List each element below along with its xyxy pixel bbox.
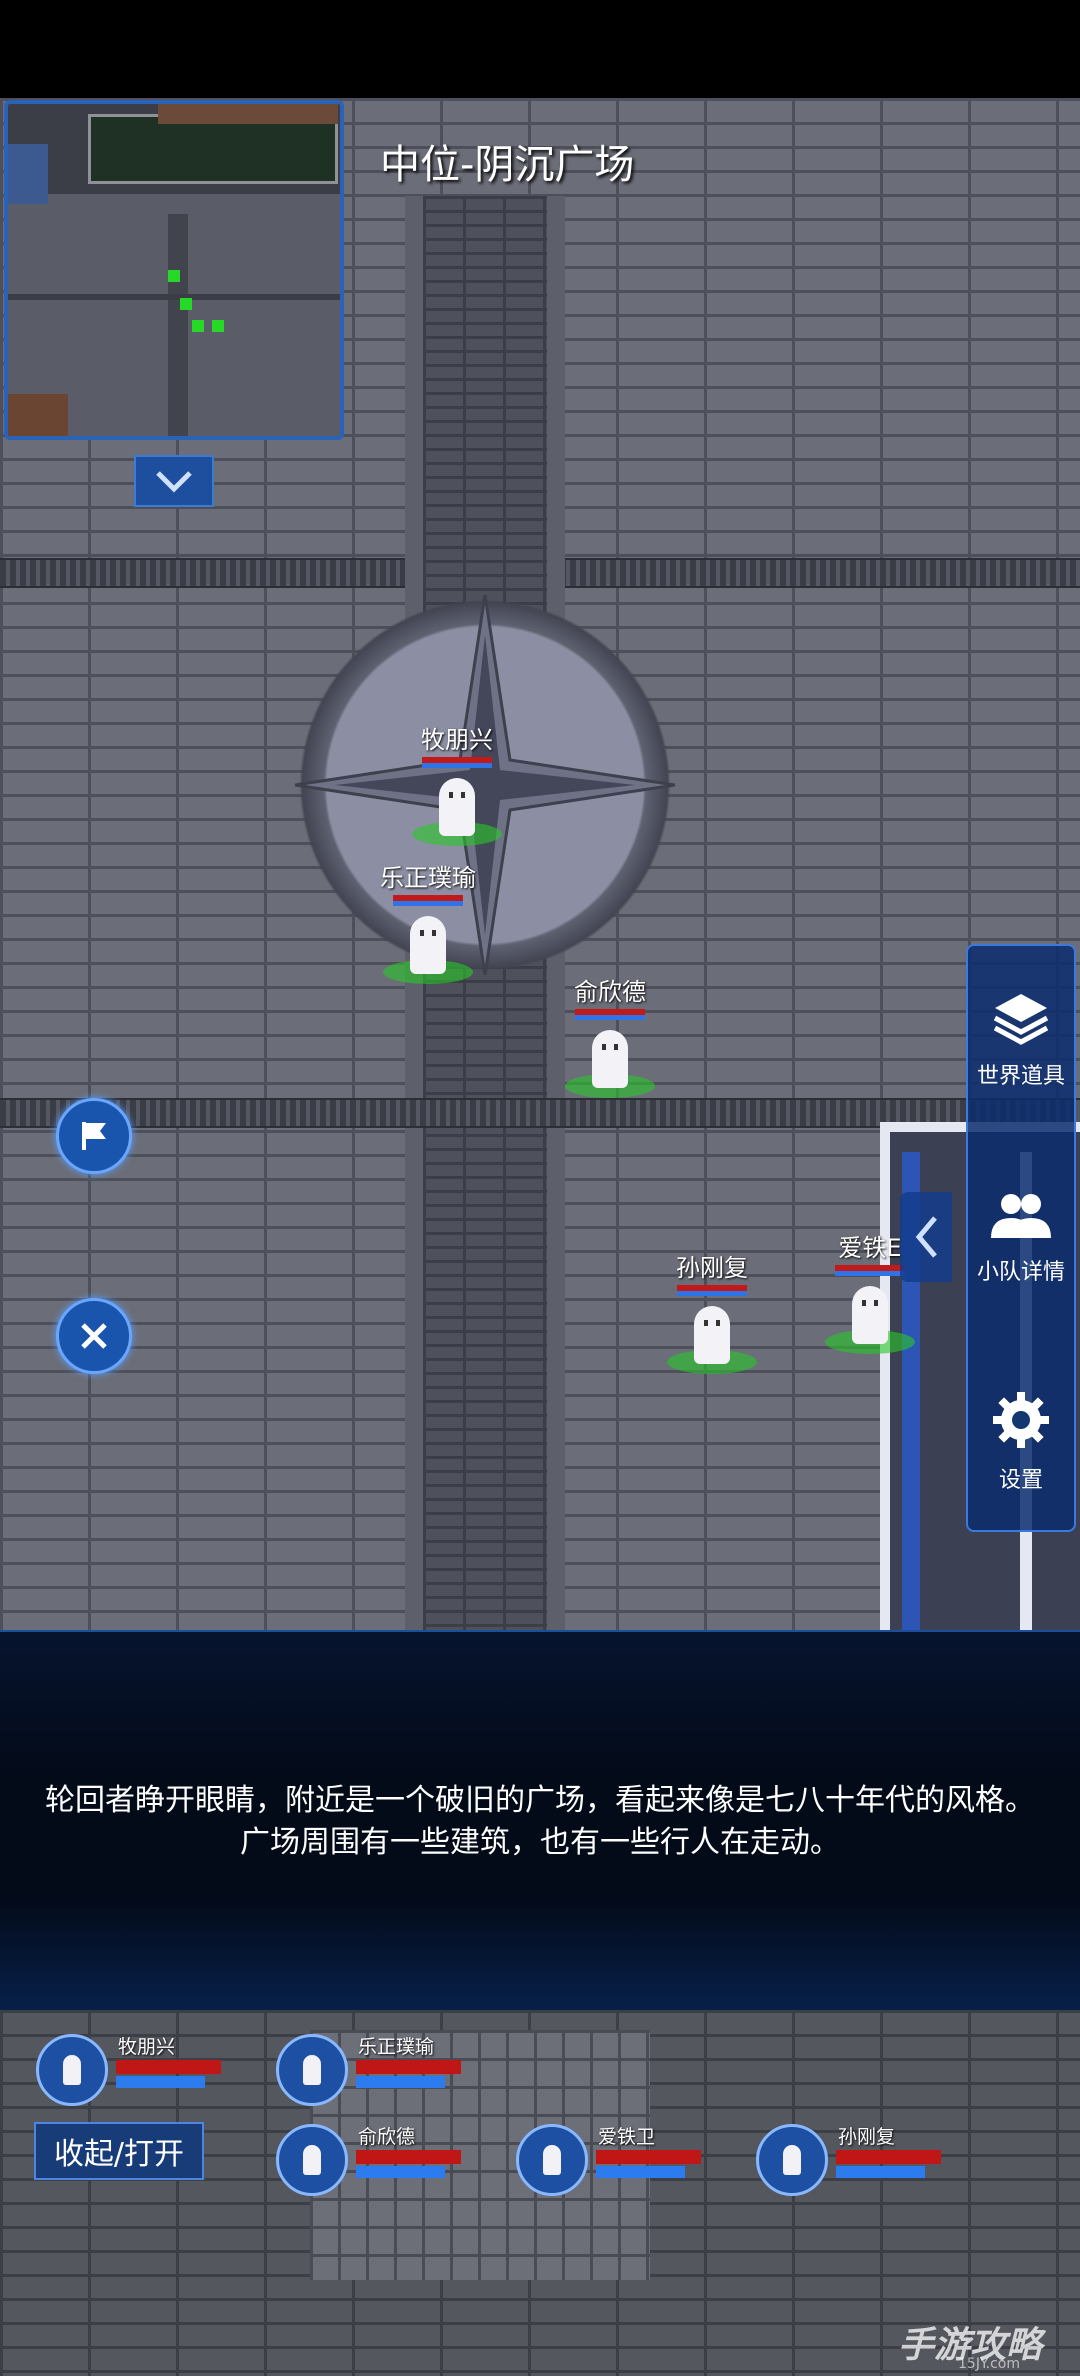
member-name: 牧朋兴	[118, 2036, 176, 2058]
chevron-left-icon	[915, 1216, 937, 1258]
map-character[interactable]: 俞欣德	[550, 972, 670, 1098]
character-sprite	[410, 916, 446, 974]
world-items-label: 世界道具	[976, 1064, 1065, 1089]
hp-bar	[116, 2060, 221, 2074]
member-name: 爱铁卫	[598, 2126, 656, 2148]
mp-bar	[393, 901, 463, 906]
character-name: 俞欣德	[574, 978, 646, 1006]
close-icon	[81, 1323, 107, 1349]
flag-button[interactable]	[56, 1098, 132, 1174]
member-name: 孙刚复	[838, 2126, 896, 2148]
character-name: 乐正璞瑜	[380, 864, 476, 892]
avatar	[756, 2124, 828, 2196]
watermark: 手游攻略 15JY.com	[898, 2325, 1043, 2372]
map-character[interactable]: 乐正璞瑜	[368, 858, 488, 984]
team-icon	[991, 1194, 1051, 1238]
mp-bar	[677, 1291, 747, 1296]
party-toggle-button[interactable]: 收起/打开	[34, 2122, 204, 2180]
party-member[interactable]: 俞欣德	[276, 2124, 496, 2204]
mp-bar	[836, 2166, 926, 2178]
character-sprite	[439, 778, 475, 836]
party-member[interactable]: 孙刚复	[756, 2124, 976, 2204]
character-name: 孙刚复	[676, 1254, 748, 1282]
hp-bar	[596, 2150, 701, 2164]
chevron-down-icon	[156, 471, 192, 493]
layers-icon	[993, 994, 1049, 1045]
avatar	[36, 2034, 108, 2106]
team-details-label: 小队详情	[976, 1260, 1065, 1285]
world-items-button[interactable]: 世界道具	[968, 990, 1074, 1090]
mp-bar	[116, 2076, 206, 2088]
hp-bar	[836, 2150, 941, 2164]
team-details-button[interactable]: 小队详情	[968, 1190, 1074, 1286]
gear-icon	[993, 1392, 1049, 1448]
mp-bar	[356, 2166, 446, 2178]
flag-icon	[82, 1122, 106, 1150]
avatar	[276, 2034, 348, 2106]
hp-bar	[356, 2060, 461, 2074]
character-sprite	[592, 1030, 628, 1088]
mp-bar	[575, 1015, 645, 1020]
character-name: 牧朋兴	[421, 726, 493, 754]
avatar	[516, 2124, 588, 2196]
mp-bar	[356, 2076, 446, 2088]
party-member[interactable]: 牧朋兴	[36, 2034, 256, 2114]
minimap-unit-marker	[192, 320, 204, 332]
story-dialog[interactable]: 轮回者睁开眼睛，附近是一个破旧的广场，看起来像是七八十年代的风格。广场周围有一些…	[0, 1630, 1080, 2012]
settings-label: 设置	[998, 1468, 1043, 1493]
side-menu: 世界道具 小队详情 设置	[966, 944, 1076, 1532]
dialog-text: 轮回者睁开眼睛，附近是一个破旧的广场，看起来像是七八十年代的风格。广场周围有一些…	[45, 1783, 1035, 1860]
character-sprite	[852, 1286, 888, 1344]
map-character[interactable]: 孙刚复	[652, 1248, 772, 1374]
member-name: 乐正璞瑜	[358, 2036, 435, 2058]
minimap-unit-marker	[168, 270, 180, 282]
character-sprite	[694, 1306, 730, 1364]
side-panel-toggle[interactable]	[900, 1192, 952, 1282]
settings-button[interactable]: 设置	[968, 1390, 1074, 1494]
hp-bar	[356, 2150, 461, 2164]
mp-bar	[422, 763, 492, 768]
mp-bar	[596, 2166, 686, 2178]
close-button[interactable]	[56, 1298, 132, 1374]
minimap-unit-marker	[180, 298, 192, 310]
avatar	[276, 2124, 348, 2196]
minimap-collapse-button[interactable]	[134, 455, 214, 507]
party-member[interactable]: 乐正璞瑜	[276, 2034, 496, 2114]
location-title: 中位-阴沉广场	[380, 142, 635, 188]
mp-bar	[835, 1271, 905, 1276]
map-character[interactable]: 牧朋兴	[397, 720, 517, 846]
minimap[interactable]	[4, 100, 344, 440]
party-member[interactable]: 爱铁卫	[516, 2124, 736, 2204]
minimap-unit-marker	[212, 320, 224, 332]
member-name: 俞欣德	[358, 2126, 416, 2148]
